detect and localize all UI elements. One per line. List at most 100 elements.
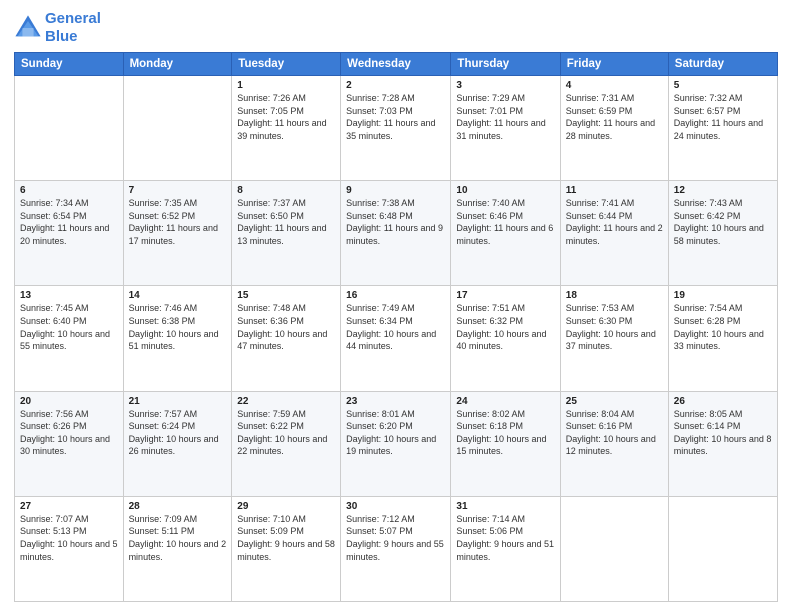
- day-number: 7: [129, 185, 227, 196]
- day-info: Sunrise: 7:54 AM Sunset: 6:28 PM Dayligh…: [674, 302, 772, 352]
- sunset-text: Sunset: 6:28 PM: [674, 315, 772, 328]
- calendar-week-row: 27 Sunrise: 7:07 AM Sunset: 5:13 PM Dayl…: [15, 496, 778, 601]
- day-number: 3: [456, 80, 554, 91]
- daylight-text: Daylight: 11 hours and 24 minutes.: [674, 117, 772, 142]
- day-number: 28: [129, 501, 227, 512]
- calendar-week-row: 13 Sunrise: 7:45 AM Sunset: 6:40 PM Dayl…: [15, 286, 778, 391]
- sunrise-text: Sunrise: 7:53 AM: [566, 302, 663, 315]
- calendar-day-cell: 17 Sunrise: 7:51 AM Sunset: 6:32 PM Dayl…: [451, 286, 560, 391]
- sunrise-text: Sunrise: 7:38 AM: [346, 197, 445, 210]
- sunrise-text: Sunrise: 7:07 AM: [20, 513, 118, 526]
- sunset-text: Sunset: 6:48 PM: [346, 210, 445, 223]
- sunrise-text: Sunrise: 7:49 AM: [346, 302, 445, 315]
- sunset-text: Sunset: 5:09 PM: [237, 525, 335, 538]
- day-number: 8: [237, 185, 335, 196]
- day-number: 29: [237, 501, 335, 512]
- daylight-text: Daylight: 11 hours and 13 minutes.: [237, 222, 335, 247]
- sunrise-text: Sunrise: 7:10 AM: [237, 513, 335, 526]
- day-info: Sunrise: 7:59 AM Sunset: 6:22 PM Dayligh…: [237, 408, 335, 458]
- sunset-text: Sunset: 6:40 PM: [20, 315, 118, 328]
- sunrise-text: Sunrise: 7:29 AM: [456, 92, 554, 105]
- sunrise-text: Sunrise: 7:09 AM: [129, 513, 227, 526]
- sunrise-text: Sunrise: 7:48 AM: [237, 302, 335, 315]
- day-info: Sunrise: 7:43 AM Sunset: 6:42 PM Dayligh…: [674, 197, 772, 247]
- sunset-text: Sunset: 6:59 PM: [566, 105, 663, 118]
- daylight-text: Daylight: 9 hours and 51 minutes.: [456, 538, 554, 563]
- calendar-week-row: 1 Sunrise: 7:26 AM Sunset: 7:05 PM Dayli…: [15, 76, 778, 181]
- daylight-text: Daylight: 11 hours and 17 minutes.: [129, 222, 227, 247]
- calendar-day-cell: 28 Sunrise: 7:09 AM Sunset: 5:11 PM Dayl…: [123, 496, 232, 601]
- day-info: Sunrise: 7:09 AM Sunset: 5:11 PM Dayligh…: [129, 513, 227, 563]
- day-number: 19: [674, 290, 772, 301]
- header: General Blue: [14, 10, 778, 46]
- day-number: 17: [456, 290, 554, 301]
- calendar-day-cell: 11 Sunrise: 7:41 AM Sunset: 6:44 PM Dayl…: [560, 181, 668, 286]
- sunset-text: Sunset: 6:18 PM: [456, 420, 554, 433]
- day-number: 27: [20, 501, 118, 512]
- calendar-day-cell: 9 Sunrise: 7:38 AM Sunset: 6:48 PM Dayli…: [341, 181, 451, 286]
- sunset-text: Sunset: 7:05 PM: [237, 105, 335, 118]
- sunrise-text: Sunrise: 7:51 AM: [456, 302, 554, 315]
- daylight-text: Daylight: 11 hours and 39 minutes.: [237, 117, 335, 142]
- day-info: Sunrise: 7:26 AM Sunset: 7:05 PM Dayligh…: [237, 92, 335, 142]
- logo-icon: [14, 14, 42, 42]
- day-number: 1: [237, 80, 335, 91]
- day-info: Sunrise: 7:57 AM Sunset: 6:24 PM Dayligh…: [129, 408, 227, 458]
- day-info: Sunrise: 8:05 AM Sunset: 6:14 PM Dayligh…: [674, 408, 772, 458]
- sunrise-text: Sunrise: 7:35 AM: [129, 197, 227, 210]
- day-info: Sunrise: 8:02 AM Sunset: 6:18 PM Dayligh…: [456, 408, 554, 458]
- day-info: Sunrise: 7:40 AM Sunset: 6:46 PM Dayligh…: [456, 197, 554, 247]
- sunset-text: Sunset: 6:32 PM: [456, 315, 554, 328]
- day-info: Sunrise: 7:14 AM Sunset: 5:06 PM Dayligh…: [456, 513, 554, 563]
- day-info: Sunrise: 7:41 AM Sunset: 6:44 PM Dayligh…: [566, 197, 663, 247]
- day-number: 2: [346, 80, 445, 91]
- daylight-text: Daylight: 10 hours and 15 minutes.: [456, 433, 554, 458]
- day-number: 14: [129, 290, 227, 301]
- day-number: 5: [674, 80, 772, 91]
- sunrise-text: Sunrise: 7:45 AM: [20, 302, 118, 315]
- calendar-day-cell: 26 Sunrise: 8:05 AM Sunset: 6:14 PM Dayl…: [668, 391, 777, 496]
- calendar-day-cell: 8 Sunrise: 7:37 AM Sunset: 6:50 PM Dayli…: [232, 181, 341, 286]
- day-info: Sunrise: 7:28 AM Sunset: 7:03 PM Dayligh…: [346, 92, 445, 142]
- calendar-day-cell: 19 Sunrise: 7:54 AM Sunset: 6:28 PM Dayl…: [668, 286, 777, 391]
- sunset-text: Sunset: 5:11 PM: [129, 525, 227, 538]
- day-info: Sunrise: 7:37 AM Sunset: 6:50 PM Dayligh…: [237, 197, 335, 247]
- sunset-text: Sunset: 5:07 PM: [346, 525, 445, 538]
- daylight-text: Daylight: 10 hours and 19 minutes.: [346, 433, 445, 458]
- sunset-text: Sunset: 5:06 PM: [456, 525, 554, 538]
- daylight-text: Daylight: 11 hours and 20 minutes.: [20, 222, 118, 247]
- sunrise-text: Sunrise: 7:31 AM: [566, 92, 663, 105]
- calendar-week-row: 6 Sunrise: 7:34 AM Sunset: 6:54 PM Dayli…: [15, 181, 778, 286]
- weekday-header-row: Sunday Monday Tuesday Wednesday Thursday…: [15, 53, 778, 76]
- calendar-day-cell: [668, 496, 777, 601]
- day-number: 10: [456, 185, 554, 196]
- sunrise-text: Sunrise: 8:04 AM: [566, 408, 663, 421]
- calendar-day-cell: 15 Sunrise: 7:48 AM Sunset: 6:36 PM Dayl…: [232, 286, 341, 391]
- day-info: Sunrise: 7:56 AM Sunset: 6:26 PM Dayligh…: [20, 408, 118, 458]
- calendar-day-cell: 12 Sunrise: 7:43 AM Sunset: 6:42 PM Dayl…: [668, 181, 777, 286]
- day-number: 31: [456, 501, 554, 512]
- calendar-day-cell: 1 Sunrise: 7:26 AM Sunset: 7:05 PM Dayli…: [232, 76, 341, 181]
- sunset-text: Sunset: 6:26 PM: [20, 420, 118, 433]
- daylight-text: Daylight: 9 hours and 58 minutes.: [237, 538, 335, 563]
- calendar-day-cell: 16 Sunrise: 7:49 AM Sunset: 6:34 PM Dayl…: [341, 286, 451, 391]
- day-number: 12: [674, 185, 772, 196]
- day-number: 30: [346, 501, 445, 512]
- sunrise-text: Sunrise: 7:41 AM: [566, 197, 663, 210]
- day-number: 20: [20, 396, 118, 407]
- day-number: 13: [20, 290, 118, 301]
- daylight-text: Daylight: 11 hours and 9 minutes.: [346, 222, 445, 247]
- daylight-text: Daylight: 10 hours and 2 minutes.: [129, 538, 227, 563]
- calendar-day-cell: 10 Sunrise: 7:40 AM Sunset: 6:46 PM Dayl…: [451, 181, 560, 286]
- sunrise-text: Sunrise: 7:40 AM: [456, 197, 554, 210]
- day-info: Sunrise: 8:01 AM Sunset: 6:20 PM Dayligh…: [346, 408, 445, 458]
- sunrise-text: Sunrise: 8:02 AM: [456, 408, 554, 421]
- calendar-day-cell: [123, 76, 232, 181]
- sunrise-text: Sunrise: 7:46 AM: [129, 302, 227, 315]
- calendar-day-cell: 31 Sunrise: 7:14 AM Sunset: 5:06 PM Dayl…: [451, 496, 560, 601]
- calendar-day-cell: 3 Sunrise: 7:29 AM Sunset: 7:01 PM Dayli…: [451, 76, 560, 181]
- daylight-text: Daylight: 10 hours and 22 minutes.: [237, 433, 335, 458]
- logo-text: General Blue: [45, 10, 101, 46]
- daylight-text: Daylight: 10 hours and 26 minutes.: [129, 433, 227, 458]
- header-monday: Monday: [123, 53, 232, 76]
